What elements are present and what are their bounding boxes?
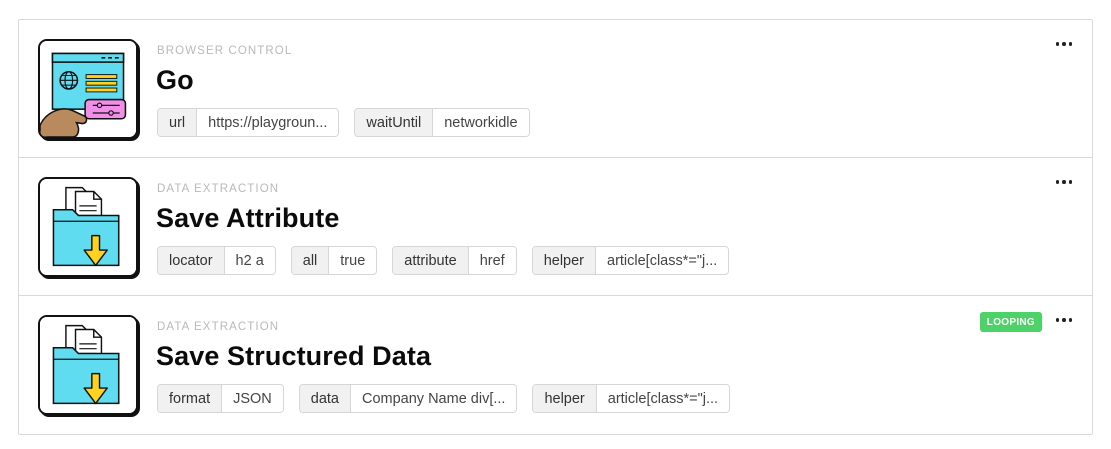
param-key: data	[299, 385, 351, 412]
step-title: Save Structured Data	[156, 341, 432, 371]
folder-download-icon	[38, 177, 138, 277]
param-chip[interactable]: all true	[290, 246, 378, 275]
looping-badge: LOOPING	[979, 312, 1042, 332]
step-category: BROWSER CONTROL	[157, 45, 293, 57]
step-category: DATA EXTRACTION	[157, 183, 280, 195]
param-chip[interactable]: url https://playgroun...	[157, 108, 340, 137]
folder-download-icon	[38, 315, 138, 415]
param-chip[interactable]: waitUntil networkidle	[354, 108, 530, 137]
step-params: format JSON data Company Name div[... he…	[157, 384, 731, 413]
browser-hand-icon	[38, 39, 138, 139]
param-value: https://playgroun...	[197, 109, 339, 136]
param-chip[interactable]: format JSON	[157, 384, 284, 413]
param-key: url	[158, 109, 198, 136]
param-value: networkidle	[433, 109, 529, 136]
param-value: h2 a	[224, 247, 275, 274]
param-value: JSON	[222, 385, 283, 412]
param-value: Company Name div[...	[351, 385, 517, 412]
param-chip[interactable]: helper article[class*="j...	[532, 384, 731, 413]
param-chip[interactable]: locator h2 a	[157, 246, 276, 275]
param-value: article[class*="j...	[596, 385, 730, 412]
param-key: helper	[532, 247, 596, 274]
param-chip[interactable]: attribute href	[392, 246, 517, 275]
steps-list: BROWSER CONTROL Go url https://playgroun…	[18, 19, 1093, 435]
param-value: href	[468, 247, 516, 274]
more-options-icon[interactable]	[1054, 175, 1074, 189]
step-params: url https://playgroun... waitUntil netwo…	[157, 108, 530, 137]
param-key: locator	[158, 247, 225, 274]
step-title: Go	[156, 65, 194, 95]
step-go[interactable]: BROWSER CONTROL Go url https://playgroun…	[19, 20, 1092, 158]
param-value: true	[329, 247, 377, 274]
step-params: locator h2 a all true attribute href hel…	[157, 246, 730, 275]
param-key: attribute	[393, 247, 469, 274]
param-key: format	[158, 385, 223, 412]
param-key: waitUntil	[355, 109, 434, 136]
step-title: Save Attribute	[156, 203, 340, 233]
param-value: article[class*="j...	[596, 247, 729, 274]
param-key: helper	[533, 385, 597, 412]
param-chip[interactable]: helper article[class*="j...	[531, 246, 730, 275]
more-options-icon[interactable]	[1054, 313, 1074, 327]
step-category: DATA EXTRACTION	[157, 321, 280, 333]
param-chip[interactable]: data Company Name div[...	[298, 384, 518, 413]
param-key: all	[291, 247, 330, 274]
more-options-icon[interactable]	[1054, 37, 1074, 51]
step-save-structured-data[interactable]: DATA EXTRACTION Save Structured Data for…	[19, 296, 1092, 434]
step-save-attribute[interactable]: DATA EXTRACTION Save Attribute locator h…	[19, 158, 1092, 296]
